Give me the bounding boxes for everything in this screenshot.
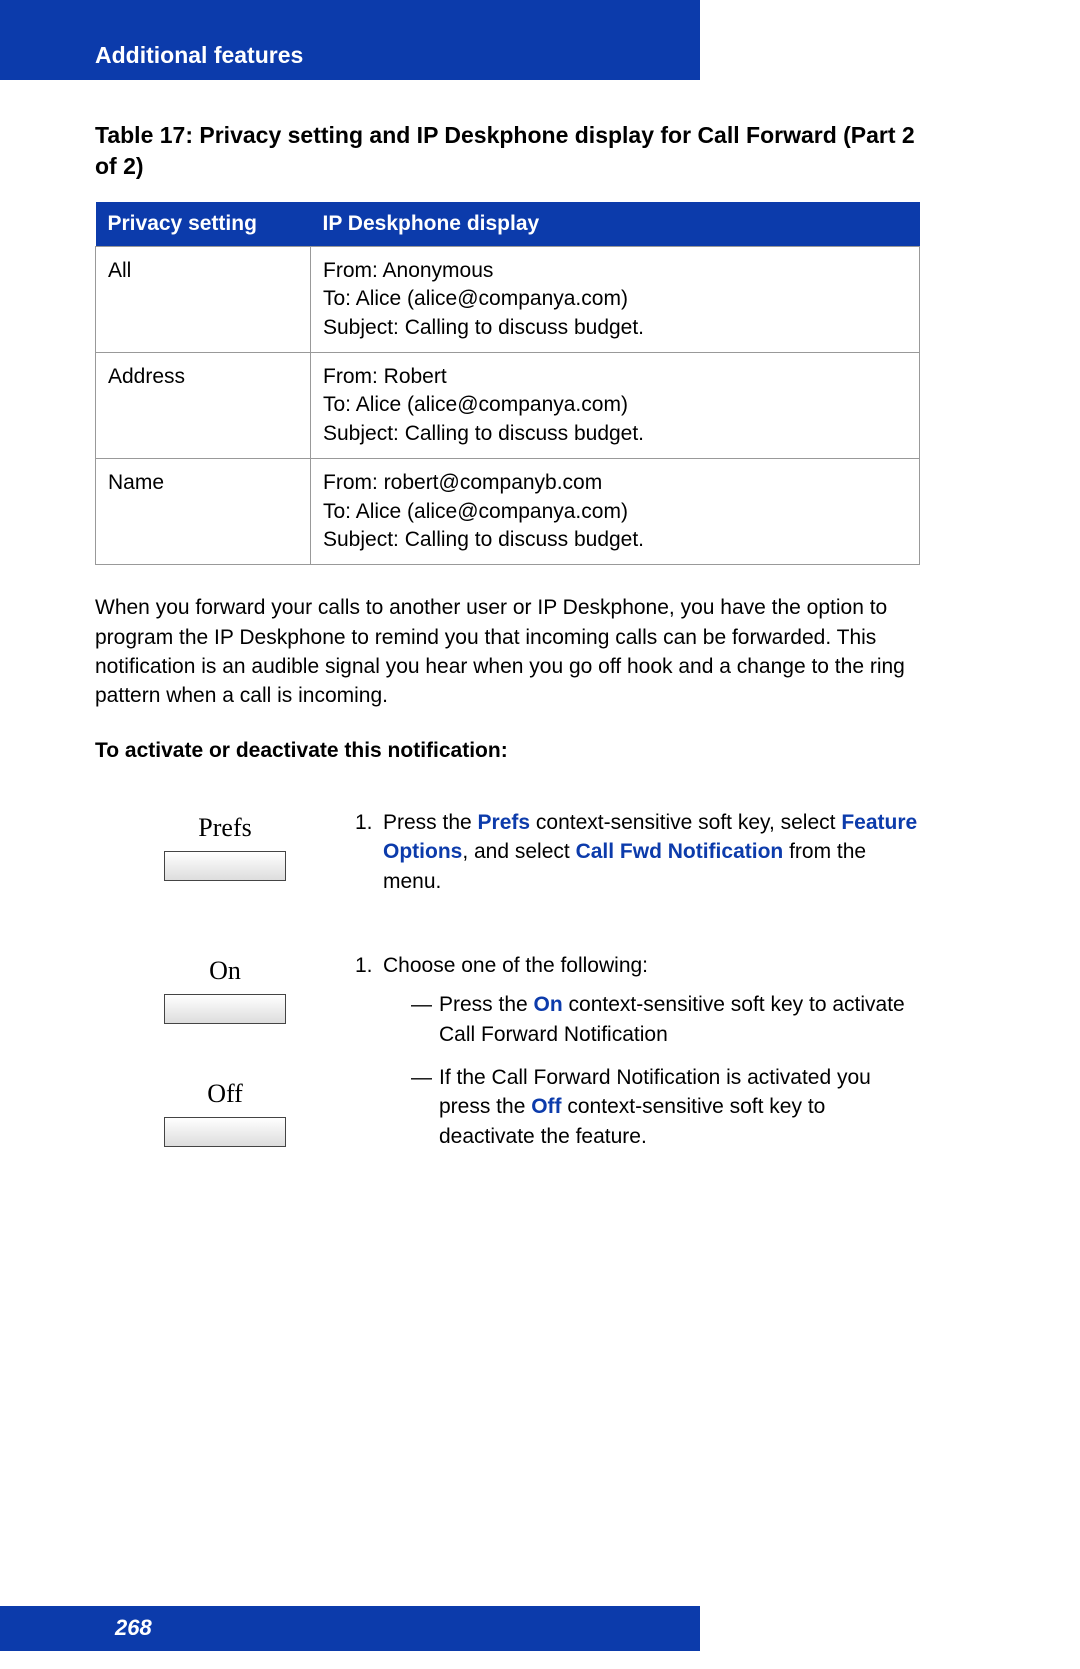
privacy-table: Privacy setting IP Deskphone display All… [95,202,920,565]
softkey-block-prefs: Prefs [164,813,286,881]
softkey-button[interactable] [164,1117,286,1147]
table-title: Table 17: Privacy setting and IP Deskpho… [95,120,920,182]
instruction-text: 1. Press the Prefs context-sensitive sof… [355,808,920,896]
display-to: To: Alice (alice@companya.com) [323,498,907,526]
softkey-label: Prefs [198,813,251,843]
display-subject: Subject: Calling to discuss budget. [323,526,907,554]
softkey-column: Prefs [95,808,355,881]
display-from: From: Anonymous [323,257,907,285]
header-band: Additional features [0,0,700,80]
step-intro: Choose one of the following: [383,951,920,980]
display-cell: From: Anonymous To: Alice (alice@company… [311,247,920,353]
step-row: Prefs 1. Press the Prefs context-sensiti… [95,808,920,896]
display-from: From: robert@companyb.com [323,469,907,497]
step-body: Choose one of the following: — Press the… [383,951,920,1165]
col-header-privacy: Privacy setting [96,202,311,247]
instruction-text: 1. Choose one of the following: — Press … [355,951,920,1165]
privacy-cell: Address [96,353,311,459]
privacy-cell: Name [96,459,311,565]
softkey-column: On Off [95,951,355,1147]
step-body: Press the Prefs context-sensitive soft k… [383,808,920,896]
softkey-label: Off [207,1079,243,1109]
privacy-cell: All [96,247,311,353]
step-number: 1. [355,808,383,896]
display-cell: From: Robert To: Alice (alice@companya.c… [311,353,920,459]
sub-item: — If the Call Forward Notification is ac… [411,1063,920,1151]
link-off: Off [531,1095,561,1118]
display-subject: Subject: Calling to discuss budget. [323,314,907,342]
display-cell: From: robert@companyb.com To: Alice (ali… [311,459,920,565]
link-prefs: Prefs [478,811,531,834]
softkey-block-on: On [164,956,286,1024]
page-number: 268 [115,1615,152,1641]
step-number: 1. [355,951,383,1165]
link-call-fwd-notification: Call Fwd Notification [576,840,784,863]
softkey-label: On [209,956,241,986]
softkey-button[interactable] [164,851,286,881]
page: Additional features Table 17: Privacy se… [0,0,1080,1669]
display-to: To: Alice (alice@companya.com) [323,285,907,313]
instruction-title: To activate or deactivate this notificat… [95,739,920,763]
section-heading: Additional features [95,42,303,69]
softkey-block-off: Off [164,1079,286,1147]
link-on: On [534,993,563,1016]
softkey-button[interactable] [164,994,286,1024]
display-subject: Subject: Calling to discuss budget. [323,420,907,448]
display-to: To: Alice (alice@companya.com) [323,391,907,419]
footer-band: 268 [0,1606,700,1651]
step-row: On Off 1. Choose one of the following: [95,951,920,1165]
table-row: Name From: robert@companyb.com To: Alice… [96,459,920,565]
table-row: All From: Anonymous To: Alice (alice@com… [96,247,920,353]
sub-item: — Press the On context-sensitive soft ke… [411,990,920,1049]
steps-area: Prefs 1. Press the Prefs context-sensiti… [95,808,920,1166]
body-paragraph: When you forward your calls to another u… [95,593,920,711]
content-area: Table 17: Privacy setting and IP Deskpho… [95,120,920,1165]
table-row: Address From: Robert To: Alice (alice@co… [96,353,920,459]
display-from: From: Robert [323,363,907,391]
col-header-display: IP Deskphone display [311,202,920,247]
